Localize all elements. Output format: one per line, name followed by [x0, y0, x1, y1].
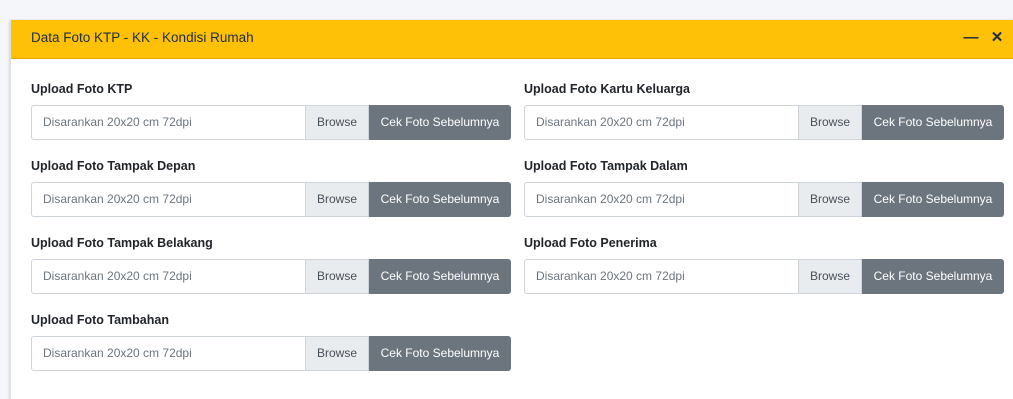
upload-tampak-depan-input[interactable]: Disarankan 20x20 cm 72dpi: [31, 182, 306, 217]
card-header: Data Foto KTP - KK - Kondisi Rumah — ✕: [11, 20, 1013, 59]
upload-tambahan-input[interactable]: Disarankan 20x20 cm 72dpi: [31, 336, 306, 371]
upload-penerima-check-button[interactable]: Cek Foto Sebelumnya: [862, 259, 1004, 294]
upload-penerima-browse-button[interactable]: Browse: [799, 259, 862, 294]
upload-kartu-keluarga-group: Disarankan 20x20 cm 72dpi Browse Cek Fot…: [524, 105, 1004, 140]
upload-tampak-belakang-check-button[interactable]: Cek Foto Sebelumnya: [369, 259, 511, 294]
upload-tampak-depan-check-button[interactable]: Cek Foto Sebelumnya: [369, 182, 511, 217]
upload-penerima-input[interactable]: Disarankan 20x20 cm 72dpi: [524, 259, 799, 294]
close-icon[interactable]: ✕: [988, 28, 1006, 48]
label-upload-tampak-depan: Upload Foto Tampak Depan: [31, 159, 196, 173]
upload-tampak-dalam-input[interactable]: Disarankan 20x20 cm 72dpi: [524, 182, 799, 217]
upload-penerima-group: Disarankan 20x20 cm 72dpi Browse Cek Fot…: [524, 259, 1004, 294]
label-upload-kartu-keluarga: Upload Foto Kartu Keluarga: [524, 82, 690, 96]
upload-ktp-browse-button[interactable]: Browse: [306, 105, 369, 140]
label-upload-tambahan: Upload Foto Tambahan: [31, 313, 169, 327]
upload-tampak-dalam-browse-button[interactable]: Browse: [799, 182, 862, 217]
upload-kartu-keluarga-input[interactable]: Disarankan 20x20 cm 72dpi: [524, 105, 799, 140]
minus-icon[interactable]: —: [962, 28, 980, 48]
upload-kartu-keluarga-browse-button[interactable]: Browse: [799, 105, 862, 140]
label-upload-penerima: Upload Foto Penerima: [524, 236, 657, 250]
upload-ktp-group: Disarankan 20x20 cm 72dpi Browse Cek Fot…: [31, 105, 511, 140]
upload-tambahan-browse-button[interactable]: Browse: [306, 336, 369, 371]
upload-kartu-keluarga-check-button[interactable]: Cek Foto Sebelumnya: [862, 105, 1004, 140]
upload-tampak-belakang-browse-button[interactable]: Browse: [306, 259, 369, 294]
upload-tampak-dalam-check-button[interactable]: Cek Foto Sebelumnya: [862, 182, 1004, 217]
label-upload-tampak-belakang: Upload Foto Tampak Belakang: [31, 236, 213, 250]
upload-ktp-input[interactable]: Disarankan 20x20 cm 72dpi: [31, 105, 306, 140]
label-upload-tampak-dalam: Upload Foto Tampak Dalam: [524, 159, 688, 173]
upload-tampak-depan-group: Disarankan 20x20 cm 72dpi Browse Cek Fot…: [31, 182, 511, 217]
upload-tampak-belakang-group: Disarankan 20x20 cm 72dpi Browse Cek Fot…: [31, 259, 511, 294]
upload-tampak-belakang-input[interactable]: Disarankan 20x20 cm 72dpi: [31, 259, 306, 294]
upload-tambahan-check-button[interactable]: Cek Foto Sebelumnya: [369, 336, 511, 371]
upload-tampak-depan-browse-button[interactable]: Browse: [306, 182, 369, 217]
upload-tampak-dalam-group: Disarankan 20x20 cm 72dpi Browse Cek Fot…: [524, 182, 1004, 217]
upload-photo-card: Data Foto KTP - KK - Kondisi Rumah — ✕ U…: [10, 20, 1013, 399]
label-upload-ktp: Upload Foto KTP: [31, 82, 133, 96]
upload-tambahan-group: Disarankan 20x20 cm 72dpi Browse Cek Fot…: [31, 336, 511, 371]
upload-ktp-check-button[interactable]: Cek Foto Sebelumnya: [369, 105, 511, 140]
card-title: Data Foto KTP - KK - Kondisi Rumah: [31, 30, 254, 45]
